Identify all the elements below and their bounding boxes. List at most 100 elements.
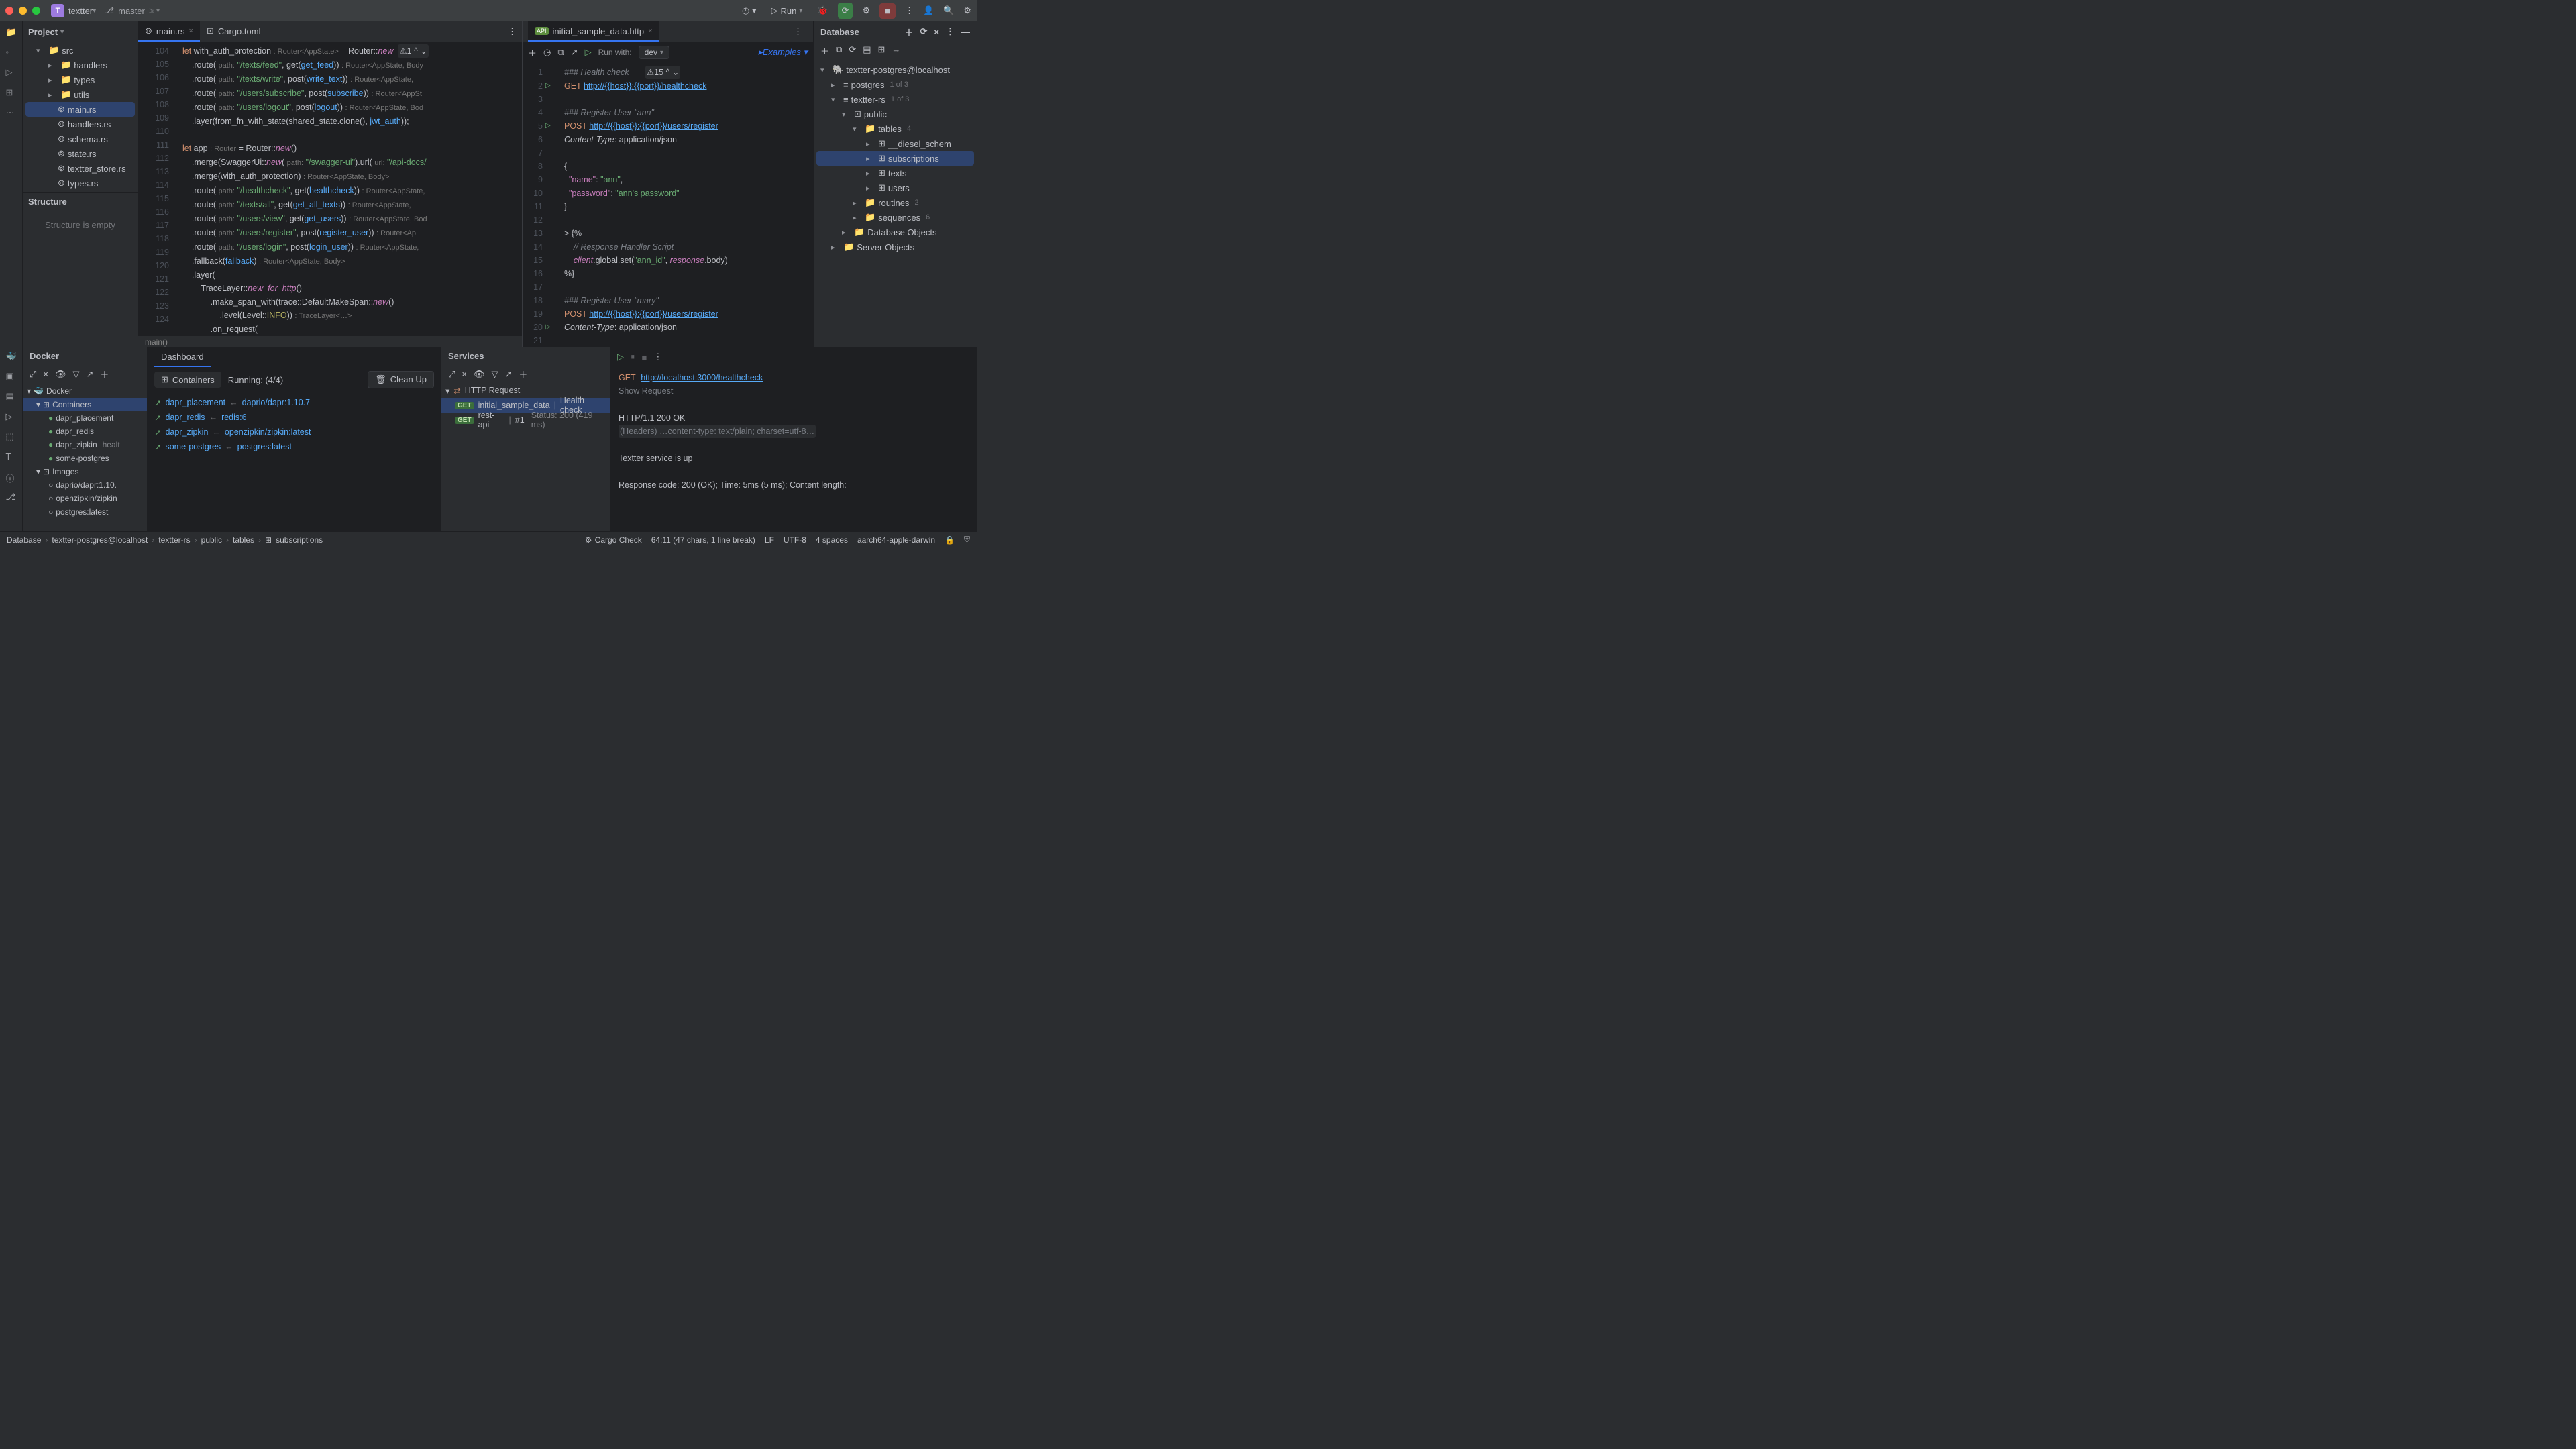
container-item[interactable]: ●dapr_placement — [23, 411, 147, 425]
crumb[interactable]: subscriptions — [276, 535, 323, 545]
container-name[interactable]: dapr_zipkin — [165, 427, 208, 437]
image-item[interactable]: ○postgres:latest — [23, 505, 147, 519]
project-name[interactable]: textter — [68, 6, 93, 16]
open-icon[interactable]: ↗ — [154, 442, 161, 452]
dashboard-tab[interactable]: Dashboard — [154, 347, 211, 367]
db-table[interactable]: ▸⊞__diesel_schem — [816, 136, 974, 151]
container-row[interactable]: ↗dapr_zipkin←openzipkin/zipkin:latest — [154, 425, 434, 439]
more-icon[interactable]: ⋮ — [905, 5, 914, 16]
stop-icon[interactable]: ■ — [642, 352, 647, 362]
add-icon[interactable]: ＋ — [100, 368, 109, 380]
duplicate-icon[interactable]: ⧉ — [836, 44, 842, 57]
tree-folder[interactable]: ▸📁utils — [25, 87, 135, 102]
import-icon[interactable]: ↗ — [571, 47, 578, 58]
window-controls[interactable] — [5, 7, 40, 15]
db-objects[interactable]: ▸📁Database Objects — [816, 225, 974, 239]
http-tab[interactable]: APIinitial_sample_data.http× — [528, 21, 659, 42]
container-row[interactable]: ↗some-postgres←postgres:latest — [154, 439, 434, 454]
http-editor[interactable]: 123456789101112131415161718192021 ▷▷▷ ##… — [523, 63, 813, 348]
commit-icon[interactable]: ◦ — [6, 47, 17, 58]
more-icon[interactable]: ⋮ — [508, 26, 517, 37]
lock-icon[interactable]: 🔒 — [945, 535, 955, 545]
crumb[interactable]: textter-postgres@localhost — [52, 535, 148, 545]
docker-tool-icon[interactable]: 🐳 — [6, 351, 17, 362]
db-sequences[interactable]: ▸📁sequences6 — [816, 210, 974, 225]
cursor-pos[interactable]: 64:11 (47 chars, 1 line break) — [651, 535, 755, 545]
crumb[interactable]: textter-rs — [158, 535, 190, 545]
more-icon[interactable]: ⋮ — [794, 26, 802, 37]
run-all-icon[interactable]: ▷ — [585, 47, 592, 58]
editor-tab[interactable]: ⊡Cargo.toml — [200, 21, 267, 42]
history-icon[interactable]: ◷ — [543, 47, 551, 58]
filter-icon[interactable]: ▽ — [492, 369, 498, 380]
stop-icon[interactable]: × — [934, 27, 939, 37]
open-icon[interactable]: ↗ — [154, 398, 161, 408]
show-request-link[interactable]: Show Request — [619, 386, 673, 396]
min-dot[interactable] — [19, 7, 27, 15]
images-node[interactable]: ▾⊡Images — [23, 465, 147, 478]
info-icon[interactable]: ⓘ — [6, 472, 17, 482]
container-name[interactable]: some-postgres — [165, 442, 221, 451]
more-tool-icon[interactable]: ⋯ — [6, 107, 17, 118]
vcs-icon[interactable]: ⎇ — [6, 492, 17, 502]
tree-file[interactable]: ⊚main.rs — [25, 102, 135, 117]
play-icon[interactable]: ▷ — [545, 321, 559, 334]
open-icon[interactable]: ↗ — [87, 369, 94, 380]
add-icon[interactable]: ＋ — [528, 46, 537, 59]
service-item[interactable]: GETrest-api|#1Status: 200 (419 ms) — [441, 413, 610, 427]
play-icon[interactable]: ▷ — [545, 119, 559, 133]
container-name[interactable]: dapr_placement — [165, 398, 225, 407]
folder-icon[interactable]: 📁 — [6, 27, 17, 38]
add-icon[interactable]: ＋ — [519, 368, 527, 380]
env-dropdown[interactable]: dev▾ — [639, 46, 669, 59]
services-tree[interactable]: ▾⇄HTTP Request GETinitial_sample_data|He… — [441, 383, 610, 427]
chevron-down-icon[interactable]: ▾ — [60, 28, 64, 36]
debug-icon[interactable]: ⬚ — [6, 431, 17, 442]
image-name[interactable]: daprio/dapr:1.10.7 — [242, 398, 310, 407]
run-tool-icon[interactable]: ▷ — [6, 67, 17, 78]
tree-file[interactable]: ⊚state.rs — [25, 146, 135, 161]
build-icon[interactable]: T — [6, 451, 17, 462]
more-icon[interactable]: ⋮ — [653, 352, 662, 362]
tree-folder[interactable]: ▾📁src — [25, 43, 135, 58]
container-name[interactable]: dapr_redis — [165, 413, 205, 422]
expand-icon[interactable]: ⤢ — [30, 369, 36, 380]
crumb[interactable]: tables — [233, 535, 254, 545]
image-name[interactable]: openzipkin/zipkin:latest — [225, 427, 311, 437]
db-table[interactable]: ▸⊞users — [816, 180, 974, 195]
image-name[interactable]: postgres:latest — [237, 442, 292, 451]
add-icon[interactable]: ＋ — [904, 25, 913, 38]
close-dot[interactable] — [5, 7, 13, 15]
debug-icon[interactable]: 🐞 — [817, 5, 828, 16]
filter-icon[interactable]: ▽ — [73, 369, 80, 380]
container-row[interactable]: ↗dapr_redis←redis:6 — [154, 410, 434, 425]
container-item[interactable]: ●dapr_redis — [23, 425, 147, 438]
tree-file[interactable]: ⊚textter_store.rs — [25, 161, 135, 176]
console-icon[interactable]: ▤ — [863, 44, 871, 57]
crumb[interactable]: public — [201, 535, 222, 545]
search-icon[interactable]: 🔍 — [943, 5, 954, 16]
code-content[interactable]: let with_auth_protection : Router<AppSta… — [174, 42, 522, 336]
max-dot[interactable] — [32, 7, 40, 15]
tree-folder[interactable]: ▸📁handlers — [25, 58, 135, 72]
sync-icon[interactable]: ⟳ — [849, 44, 856, 57]
copy-icon[interactable]: ⧉ — [557, 47, 564, 58]
http-content[interactable]: ### Health check ⚠15 ^ ⌄ GET http://{{ho… — [559, 63, 813, 348]
encoding[interactable]: UTF-8 — [784, 535, 806, 545]
run-icon[interactable]: ▷ — [6, 411, 17, 422]
arch[interactable]: aarch64-apple-darwin — [857, 535, 935, 545]
indent[interactable]: 4 spaces — [816, 535, 848, 545]
open-icon[interactable]: ↗ — [154, 427, 161, 437]
play-icon[interactable]: ▷ — [545, 79, 559, 93]
db-database[interactable]: ▾≡textter-rs1 of 3 — [816, 92, 974, 107]
code-with-me-button[interactable]: ⟳ — [838, 3, 853, 19]
minimize-icon[interactable]: — — [961, 27, 970, 37]
tree-folder[interactable]: ▸📁types — [25, 72, 135, 87]
container-row[interactable]: ↗dapr_placement←daprio/dapr:1.10.7 — [154, 395, 434, 410]
structure-header[interactable]: Structure — [23, 192, 138, 211]
view-icon[interactable]: 👁 — [474, 369, 485, 380]
db-database[interactable]: ▸≡postgres1 of 3 — [816, 77, 974, 92]
container-item[interactable]: ●dapr_zipkinhealt — [23, 438, 147, 451]
close-icon[interactable]: × — [462, 369, 467, 379]
output-body[interactable]: GET http://localhost:3000/healthcheck Sh… — [610, 367, 977, 531]
